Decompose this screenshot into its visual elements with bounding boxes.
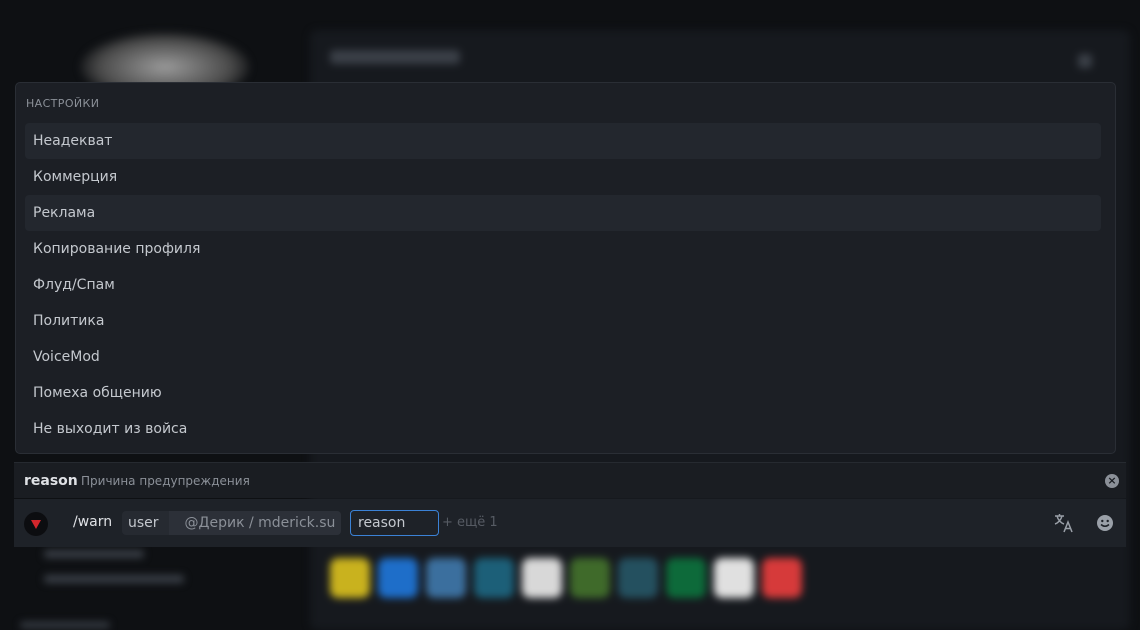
background-text-line <box>44 575 184 583</box>
background-app-icon <box>714 558 754 598</box>
background-text-line <box>20 622 110 628</box>
user-option-name: user <box>128 515 159 531</box>
dropdown-item[interactable]: VoiceMod <box>25 339 1101 375</box>
background-app-icon <box>474 558 514 598</box>
clear-circle-icon[interactable]: × <box>1105 474 1119 488</box>
argument-description: Причина предупреждения <box>81 474 250 488</box>
background-corner-icon <box>1078 54 1092 68</box>
background-app-icon <box>570 558 610 598</box>
emoji-icon[interactable] <box>1096 514 1114 536</box>
dropdown-item[interactable]: Коммерция <box>25 159 1101 195</box>
dropdown-item[interactable]: Политика <box>25 303 1101 339</box>
background-app-icons <box>330 558 802 598</box>
dropdown-item[interactable]: Реклама <box>25 195 1101 231</box>
background-app-icon <box>762 558 802 598</box>
background-app-icon <box>378 558 418 598</box>
options-dropdown: НАСТРОЙКИ Неадекват Коммерция Реклама Ко… <box>15 82 1116 454</box>
command-input-bar[interactable]: /warn user @Дерик / mderick.su reason + … <box>14 499 1126 547</box>
dropdown-title: НАСТРОЙКИ <box>26 97 100 110</box>
background-app-icon <box>426 558 466 598</box>
bot-avatar-icon <box>24 512 48 536</box>
dropdown-list: Неадекват Коммерция Реклама Копирование … <box>25 123 1101 447</box>
background-title <box>330 50 460 64</box>
translate-icon[interactable] <box>1053 512 1075 538</box>
argument-name: reason <box>24 473 78 489</box>
background-app-icon <box>666 558 706 598</box>
dropdown-item[interactable]: Копирование профиля <box>25 231 1101 267</box>
background-app-icon <box>618 558 658 598</box>
more-options[interactable]: + ещё 1 <box>442 515 498 530</box>
dropdown-item[interactable]: Неадекват <box>25 123 1101 159</box>
user-option-value: @Дерик / mderick.su <box>168 511 342 535</box>
background-text-line <box>44 550 144 558</box>
background-app-icon <box>330 558 370 598</box>
user-option[interactable]: user @Дерик / mderick.su <box>122 511 342 535</box>
reason-option-input[interactable]: reason <box>350 510 439 536</box>
dropdown-item[interactable]: Помеха общению <box>25 375 1101 411</box>
background-app-icon <box>522 558 562 598</box>
command-name: /warn <box>73 514 113 530</box>
dropdown-item[interactable]: Не выходит из войса <box>25 411 1101 447</box>
argument-hint-bar: reason Причина предупреждения × <box>14 462 1126 498</box>
dropdown-item[interactable]: Флуд/Спам <box>25 267 1101 303</box>
